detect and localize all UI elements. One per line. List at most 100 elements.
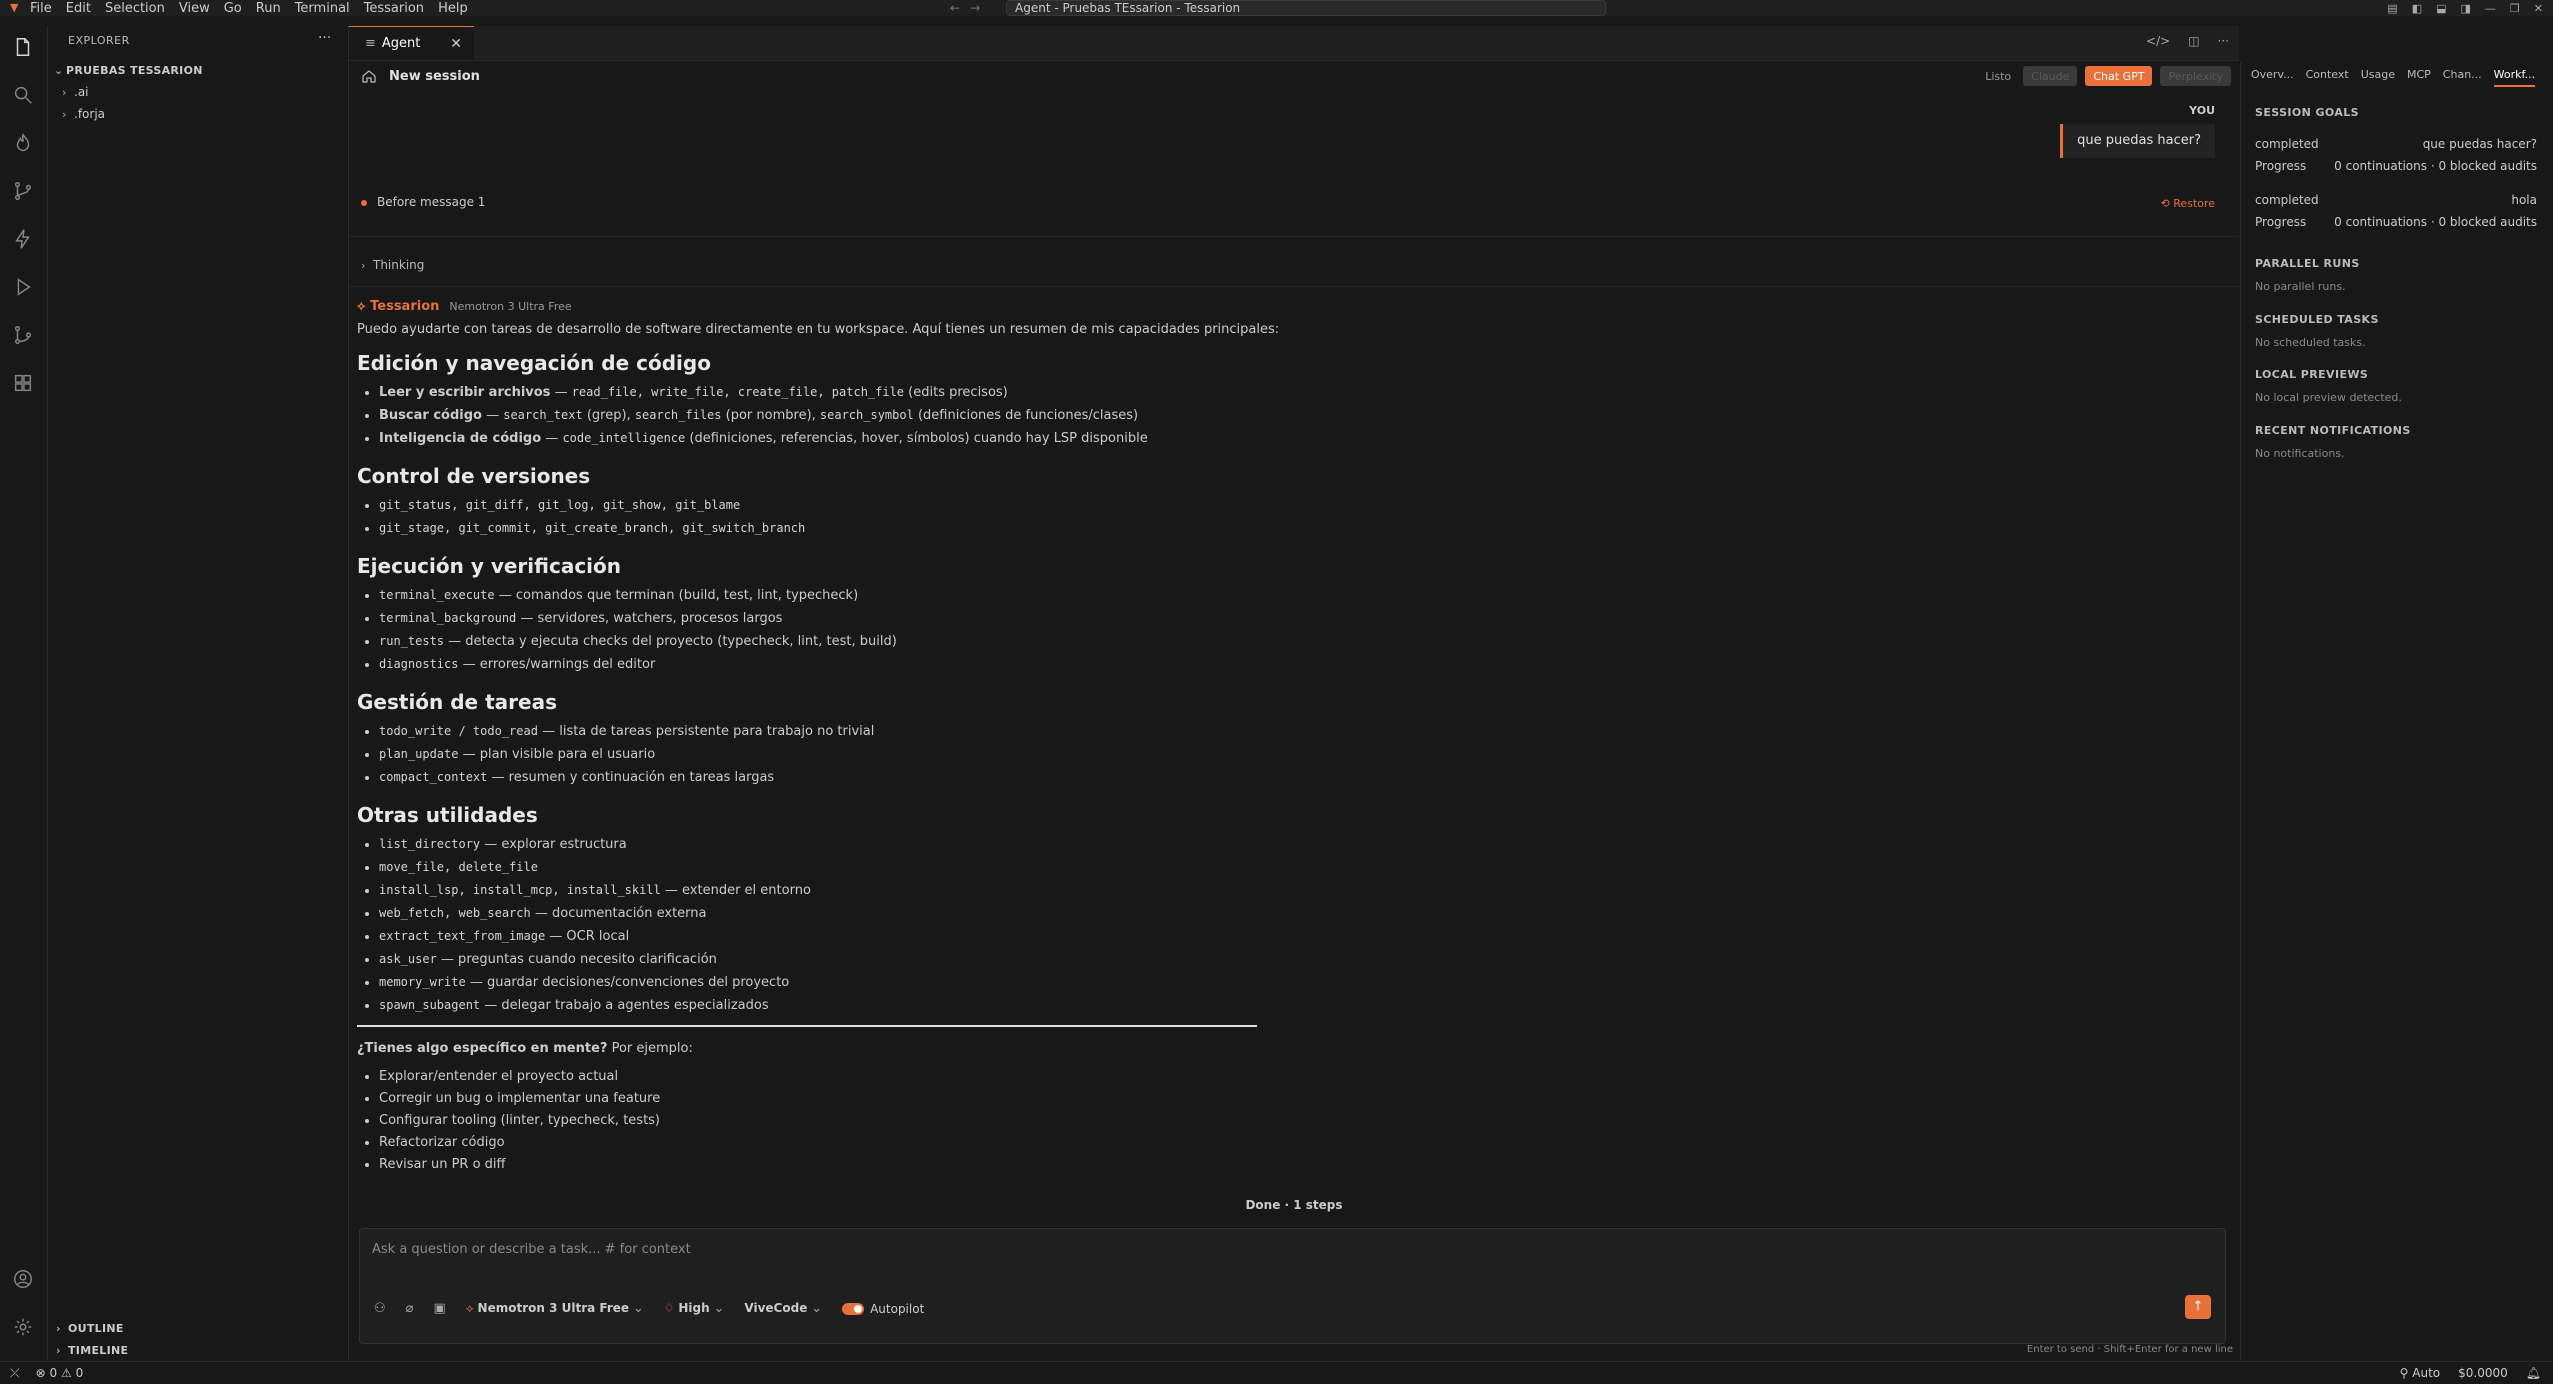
menu-go[interactable]: Go	[224, 1, 242, 16]
item-text: — resumen y continuación en tareas larga…	[487, 770, 775, 785]
recent-notifications-title: RECENT NOTIFICATIONS	[2255, 424, 2411, 437]
branches-icon[interactable]	[12, 324, 34, 346]
code-token: memory_write	[379, 975, 466, 989]
maximize-icon[interactable]: ❐	[2510, 2, 2520, 15]
run-debug-icon[interactable]	[12, 276, 34, 298]
lightning-icon[interactable]	[12, 228, 34, 250]
item-text: —	[541, 431, 563, 446]
home-icon[interactable]	[361, 68, 377, 84]
menu-help[interactable]: Help	[438, 1, 468, 16]
account-icon[interactable]	[12, 1268, 34, 1290]
model-label: Nemotron 3 Ultra Free	[477, 1301, 630, 1315]
outline-label: OUTLINE	[68, 1322, 124, 1335]
toggle-secondary-sidebar-icon[interactable]: ◨	[2461, 2, 2471, 15]
problems-indicator[interactable]: ⊗ 0 ⚠ 0	[36, 1366, 84, 1381]
code-token: extract_text_from_image	[379, 929, 546, 943]
extensions-icon[interactable]	[12, 372, 34, 394]
send-button[interactable]: ↑	[2185, 1295, 2211, 1319]
tab-usage[interactable]: Usage	[2361, 68, 2395, 87]
goal-row: completed que puedas hacer?	[2255, 137, 2537, 151]
provider-chatgpt-button[interactable]: Chat GPT	[2085, 66, 2153, 86]
flame-icon[interactable]	[12, 132, 34, 154]
list-item: web_fetch, web_search — documentación ex…	[379, 902, 1357, 925]
menu-tessarion[interactable]: Tessarion	[364, 1, 424, 16]
chevron-down-icon: ⌄	[54, 64, 64, 77]
code-token: plan_update	[379, 747, 459, 761]
provider-perplexity-button[interactable]: Perplexity	[2160, 66, 2231, 86]
menu-terminal[interactable]: Terminal	[295, 1, 350, 16]
toggle-sidebar-icon[interactable]: ◧	[2412, 2, 2422, 15]
notifications-bell-icon[interactable]: 🔔︎	[2526, 1366, 2541, 1380]
agent-sparkle-icon: ⟡	[357, 299, 366, 314]
item-bold: Leer y escribir archivos	[379, 385, 551, 400]
restore-button[interactable]: ⟲ Restore	[2161, 197, 2215, 210]
menu-view[interactable]: View	[179, 1, 210, 16]
agent-name-label: Tessarion	[370, 299, 440, 314]
model-selector[interactable]: ⟡ Nemotron 3 Ultra Free ⌄	[466, 1301, 644, 1316]
explorer-header: EXPLORER	[68, 34, 130, 47]
tab-agent-label: Agent	[381, 36, 421, 51]
timeline-section[interactable]: › TIMELINE	[56, 1344, 128, 1357]
example-item: Corregir un bug o implementar una featur…	[379, 1088, 1357, 1110]
list-item: install_lsp, install_mcp, install_skill …	[379, 879, 1357, 902]
terminal-icon[interactable]: ▣	[433, 1301, 445, 1316]
chat-input[interactable]	[370, 1241, 2174, 1258]
settings-gear-icon[interactable]	[12, 1316, 34, 1338]
minimize-icon[interactable]: —	[2485, 2, 2496, 15]
thinking-toggle[interactable]: › Thinking	[361, 258, 424, 272]
autopilot-toggle[interactable]: Autopilot	[842, 1302, 924, 1316]
attach-icon[interactable]: ⌀	[406, 1301, 414, 1316]
command-center-title[interactable]: Agent - Pruebas TEssarion - Tessarion	[1006, 0, 1606, 16]
warning-icon: ⚠	[60, 1366, 72, 1380]
menu-edit[interactable]: Edit	[66, 1, 91, 16]
workflow-panel: Overv... Context Usage MCP Chan... Workf…	[2240, 62, 2553, 1360]
menu-run[interactable]: Run	[256, 1, 281, 16]
tree-item-ai[interactable]: › .ai	[62, 85, 89, 99]
editor-more-icon[interactable]: ···	[2218, 34, 2229, 48]
more-actions-icon[interactable]: ···	[318, 30, 331, 46]
search-icon[interactable]	[12, 84, 34, 106]
explorer-files-icon[interactable]	[12, 36, 34, 58]
code-token: todo_write / todo_read	[379, 724, 538, 738]
outline-section[interactable]: › OUTLINE	[56, 1322, 124, 1335]
forward-arrow-icon[interactable]: →	[970, 1, 980, 15]
tab-agent[interactable]: ≡ Agent ✕	[349, 26, 474, 60]
model-sparkle-icon: ⟡	[465, 1301, 474, 1315]
tab-changes[interactable]: Chan...	[2443, 68, 2482, 87]
provider-claude-button[interactable]: Claude	[2023, 66, 2078, 86]
list-item: extract_text_from_image — OCR local	[379, 925, 1357, 948]
agents-icon[interactable]: ⚇	[374, 1301, 386, 1316]
item-text: — lista de tareas persistente para traba…	[537, 724, 875, 739]
editor-tab-bar: ≡ Agent ✕ </> ◫ ···	[349, 26, 2239, 61]
examples-list: Explorar/entender el proyecto actualCorr…	[357, 1066, 1357, 1176]
close-tab-icon[interactable]: ✕	[450, 36, 462, 52]
workspace-root-folder[interactable]: ⌄ PRUEBAS TESSARION	[54, 64, 203, 77]
menu-selection[interactable]: Selection	[105, 1, 165, 16]
auto-indicator[interactable]: ⚲ Auto	[2400, 1366, 2441, 1380]
list-item: list_directory — explorar estructura	[379, 833, 1357, 856]
tree-item-forja[interactable]: › .forja	[62, 107, 105, 121]
source-control-icon[interactable]	[12, 180, 34, 202]
menu-file[interactable]: File	[30, 1, 52, 16]
remote-icon[interactable]: ⤫	[10, 1366, 20, 1381]
code-token: install_lsp, install_mcp, install_skill	[379, 883, 661, 897]
split-editor-icon[interactable]: ◫	[2188, 34, 2199, 48]
tab-overview[interactable]: Overv...	[2251, 68, 2294, 87]
layout-icon[interactable]: ▤	[2387, 2, 2397, 15]
item-text: — servidores, watchers, procesos largos	[516, 611, 783, 626]
chevron-right-icon: ›	[62, 108, 67, 121]
tab-context[interactable]: Context	[2306, 68, 2349, 87]
mode-selector[interactable]: ViveCode ⌄	[744, 1301, 822, 1316]
code-view-icon[interactable]: </>	[2146, 34, 2170, 48]
section-heading: Otras utilidades	[357, 803, 538, 827]
tab-mcp[interactable]: MCP	[2407, 68, 2431, 87]
close-window-icon[interactable]: ✕	[2534, 2, 2543, 15]
list-item: git_status, git_diff, git_log, git_show,…	[379, 494, 1357, 517]
list-item: Buscar código — search_text (grep), sear…	[379, 404, 1357, 427]
effort-selector[interactable]: ♢ High ⌄	[664, 1301, 725, 1316]
nav-arrows: ← →	[950, 0, 980, 16]
toggle-panel-icon[interactable]: ⬓	[2436, 2, 2446, 15]
back-arrow-icon[interactable]: ←	[950, 1, 960, 15]
checkpoint: Before message 1	[361, 195, 485, 209]
tab-workflow[interactable]: Workf...	[2493, 68, 2536, 87]
